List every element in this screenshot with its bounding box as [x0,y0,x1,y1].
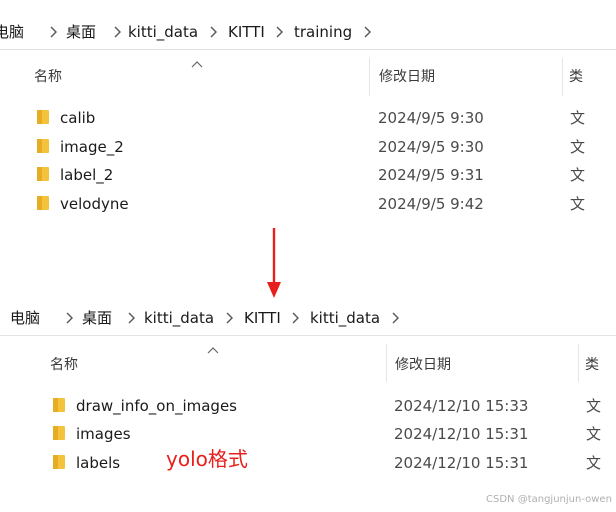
file-name: label_2 [60,166,114,184]
breadcrumb-item-desktop[interactable]: 桌面 [66,22,96,42]
list-item[interactable]: calib 2024/9/5 9:30 文 [30,105,616,133]
breadcrumb-item-computer[interactable]: 电脑 [10,308,40,328]
list-item[interactable]: image_2 2024/9/5 9:30 文 [30,134,616,162]
folder-icon [37,196,49,210]
file-type: 文 [570,138,586,156]
file-modified-date: 2024/12/10 15:31 [394,425,529,443]
list-item[interactable]: draw_info_on_images 2024/12/10 15:33 文 [46,393,616,421]
breadcrumb-item-desktop[interactable]: 桌面 [82,308,112,328]
breadcrumb-item-kitti-data-sub[interactable]: kitti_data [310,308,380,328]
file-type: 文 [586,397,602,415]
folder-icon [53,398,65,412]
chevron-right-icon[interactable] [60,308,80,328]
file-modified-date: 2024/12/10 15:33 [394,397,529,415]
chevron-right-icon[interactable] [204,22,224,42]
folder-icon [53,455,65,469]
chevron-right-icon[interactable] [270,22,290,42]
column-divider[interactable] [562,58,563,96]
folder-icon [37,167,49,181]
top-breadcrumb-bar: 电脑 桌面 kitti_data KITTI training [0,12,616,50]
file-modified-date: 2024/9/5 9:42 [378,195,484,213]
chevron-right-icon[interactable] [122,308,142,328]
file-name: image_2 [60,138,124,156]
chevron-right-icon[interactable] [108,22,128,42]
file-name: labels [76,454,121,472]
chevron-right-icon[interactable] [386,308,406,328]
bottom-breadcrumb-bar: 电脑 桌面 kitti_data KITTI kitti_data [0,298,616,336]
list-item[interactable]: velodyne 2024/9/5 9:42 文 [30,191,616,219]
file-type: 文 [570,109,586,127]
column-header-type[interactable]: 类 [569,68,583,86]
column-header-modified[interactable]: 修改日期 [395,356,451,374]
file-name: velodyne [60,195,129,213]
chevron-right-icon[interactable] [286,308,306,328]
file-name: calib [60,109,96,127]
column-header-modified[interactable]: 修改日期 [379,68,435,86]
list-item[interactable]: label_2 2024/9/5 9:31 文 [30,162,616,190]
sort-ascending-icon[interactable] [206,346,220,354]
file-name: draw_info_on_images [76,397,238,415]
list-item[interactable]: images 2024/12/10 15:31 文 [46,421,616,449]
chevron-right-icon[interactable] [358,22,378,42]
arrow-down-icon [267,228,281,298]
column-header-type[interactable]: 类 [585,356,599,374]
file-type: 文 [570,195,586,213]
folder-icon [37,110,49,124]
breadcrumb-item-computer[interactable]: 电脑 [0,22,24,42]
file-type: 文 [586,425,602,443]
column-divider[interactable] [369,58,370,96]
breadcrumb-divider [0,335,616,336]
yolo-format-annotation: yolo格式 [166,447,248,471]
folder-icon [37,139,49,153]
breadcrumb-item-training[interactable]: training [294,22,352,42]
file-type: 文 [586,454,602,472]
chevron-right-icon[interactable] [220,308,240,328]
file-modified-date: 2024/12/10 15:31 [394,454,529,472]
sort-ascending-icon[interactable] [190,60,204,68]
column-header-name[interactable]: 名称 [50,356,78,374]
breadcrumb-divider [0,49,616,50]
folder-icon [53,426,65,440]
breadcrumb-item-kitti-data[interactable]: kitti_data [144,308,214,328]
breadcrumb-item-kitti[interactable]: KITTI [244,308,281,328]
file-modified-date: 2024/9/5 9:30 [378,138,484,156]
file-modified-date: 2024/9/5 9:30 [378,109,484,127]
breadcrumb-item-kitti-data[interactable]: kitti_data [128,22,198,42]
watermark: CSDN @tangjunjun-owen [486,494,612,505]
file-type: 文 [570,166,586,184]
file-name: images [76,425,131,443]
chevron-right-icon[interactable] [44,22,64,42]
column-divider[interactable] [578,344,579,382]
column-divider[interactable] [386,344,387,382]
column-header-name[interactable]: 名称 [34,68,62,86]
breadcrumb-item-kitti[interactable]: KITTI [228,22,265,42]
file-modified-date: 2024/9/5 9:31 [378,166,484,184]
list-item[interactable]: labels 2024/12/10 15:31 文 [46,450,616,478]
